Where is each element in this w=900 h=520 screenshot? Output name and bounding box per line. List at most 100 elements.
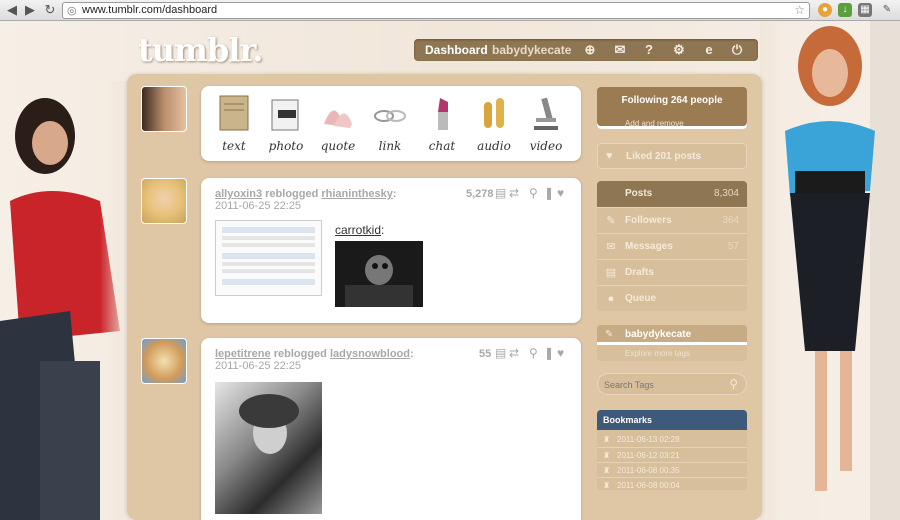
nav-posts[interactable]: Posts 8,304 <box>597 181 747 207</box>
post-type-audio[interactable]: audio <box>469 92 519 156</box>
bookmark-item[interactable]: ♜ 2011-06-08 00:35 <box>597 462 747 477</box>
nav-count: 364 <box>722 215 739 226</box>
post-type-chat[interactable]: chat <box>417 92 467 156</box>
post-caption: carrotkid: <box>335 223 385 237</box>
post-date: 2011-06-25 22:25 <box>215 360 302 372</box>
bookmark-item[interactable]: ♜ 2011-06-13 02:28 <box>597 432 747 447</box>
nav-queue[interactable]: ● Queue <box>597 285 747 311</box>
nav-label: Followers <box>625 215 672 226</box>
post-source-link[interactable]: rhianinthesky <box>321 188 393 200</box>
post-type-label: chat <box>428 139 456 153</box>
help-icon[interactable]: ? <box>640 41 658 59</box>
bookmark-item[interactable]: ♜ 2011-06-08 00:04 <box>597 477 747 492</box>
post-type-photo[interactable]: photo <box>261 92 311 156</box>
username-link[interactable]: babydykecate <box>492 40 571 60</box>
following-sub[interactable]: Add and remove <box>625 119 684 128</box>
post-date: 2011-06-25 22:25 <box>215 200 302 212</box>
post-screenshot-image[interactable] <box>215 220 322 296</box>
queue-icon: ● <box>607 293 615 305</box>
post-type-label: text <box>222 139 246 153</box>
bookmark-star-icon[interactable]: ☆ <box>794 3 805 17</box>
notebook-icon <box>219 95 249 131</box>
post-source-link[interactable]: ladysnowblood <box>330 348 410 360</box>
bookmark-icon[interactable]: ❚ <box>544 186 554 200</box>
extension-badge-icon[interactable]: ▦ <box>858 3 872 17</box>
heart-icon[interactable]: ♥ <box>557 186 564 200</box>
power-icon[interactable]: ⏻ <box>728 41 746 59</box>
user-avatar[interactable] <box>141 86 187 132</box>
search-tags-field[interactable]: ⚲ <box>597 373 747 395</box>
post-type-link[interactable]: link <box>365 92 415 156</box>
bookmarks-box: Bookmarks ♜ 2011-06-13 02:28 ♜ 2011-06-12 … <box>597 410 747 490</box>
download-icon[interactable]: ↓ <box>838 3 852 17</box>
nav-messages[interactable]: ✉ Messages 57 <box>597 233 747 259</box>
tumblr-logo[interactable]: tumblr. <box>138 31 263 69</box>
caption-link[interactable]: carrotkid <box>335 223 381 237</box>
post-type-text[interactable]: text <box>209 92 259 156</box>
bookmark-date: 2011-06-08 00:04 <box>617 481 680 490</box>
nav-label: Posts <box>625 188 653 199</box>
bookmark-item[interactable]: ♜ 2011-06-12 03:21 <box>597 447 747 462</box>
nav-label: Drafts <box>625 267 654 278</box>
search-icon[interactable]: ⚲ <box>529 346 538 360</box>
search-icon[interactable]: ⚲ <box>729 377 738 391</box>
tag-icon: ✎ <box>605 329 614 340</box>
e-icon[interactable]: e <box>700 41 718 59</box>
bookmark-icon[interactable]: ❚ <box>544 346 554 360</box>
dashboard-link[interactable]: Dashboard <box>417 40 496 60</box>
drafts-icon: ▤ <box>605 267 617 279</box>
reblog-icon[interactable]: ⇄ <box>509 346 519 360</box>
gear-icon[interactable]: ⚙ <box>670 41 688 59</box>
bookmark-icon: ♜ <box>603 466 611 475</box>
post-avatar[interactable] <box>141 338 187 384</box>
reblog-icon[interactable]: ⇄ <box>509 186 519 200</box>
chrome-extension-icon[interactable]: ● <box>818 3 832 17</box>
post-notes-count[interactable]: 5,278 <box>466 188 494 200</box>
back-icon[interactable]: ◀ <box>4 2 20 18</box>
camera-icon <box>271 99 299 131</box>
url-text: www.tumblr.com/dashboard <box>82 4 218 16</box>
right-decoration-image <box>760 21 900 520</box>
forward-icon[interactable]: ▶ <box>22 2 38 18</box>
bookmark-date: 2011-06-08 00:35 <box>617 466 680 475</box>
search-icon[interactable]: ⚲ <box>529 186 538 200</box>
post-type-label: quote <box>320 139 356 153</box>
notes-icon[interactable]: ▤ <box>495 346 506 360</box>
post-notes-count[interactable]: 55 <box>479 348 491 360</box>
wrench-icon[interactable]: ✎ <box>880 3 894 17</box>
bookmark-date: 2011-06-13 02:28 <box>617 435 680 444</box>
explore-tags-link[interactable]: Explore more tags <box>625 349 690 358</box>
microscope-icon <box>534 97 558 130</box>
post-header: lepetitrene reblogged ladysnowblood: <box>215 348 414 360</box>
globe-icon: ◎ <box>67 5 77 17</box>
bookmark-icon: ♜ <box>603 481 611 490</box>
nav-followers[interactable]: ✎ Followers 364 <box>597 207 747 233</box>
envelope-icon[interactable]: ✉ <box>611 41 629 59</box>
blog-nav: Posts 8,304 ✎ Followers 364 ✉ Messages 5… <box>597 181 747 311</box>
liked-box[interactable]: ♥ Liked 201 posts <box>597 143 747 169</box>
dashboard-page: tumblr. Dashboard babydykecate ⊕ ✉ ? ⚙ e… <box>0 21 900 520</box>
top-navigation: Dashboard babydykecate ⊕ ✉ ? ⚙ e ⏻ <box>414 39 758 61</box>
tag-user-row[interactable]: ✎ babydykecate <box>597 325 747 345</box>
notes-icon[interactable]: ▤ <box>495 186 506 200</box>
post-type-label: link <box>378 139 402 153</box>
bookmark-icon: ♜ <box>603 451 611 460</box>
post-photo-image[interactable] <box>335 241 423 307</box>
post-author-link[interactable]: lepetitrene <box>215 348 271 360</box>
nav-label: Messages <box>625 241 673 252</box>
search-tags-input[interactable] <box>604 378 722 391</box>
following-box[interactable]: Following 264 people Add and remove <box>597 87 747 129</box>
address-bar[interactable]: ◎ www.tumblr.com/dashboard ☆ <box>62 2 810 19</box>
post-author-link[interactable]: allyoxin3 <box>215 188 262 200</box>
following-count[interactable]: Following 264 people <box>597 95 747 106</box>
post-photo-image[interactable] <box>215 382 322 514</box>
nav-drafts[interactable]: ▤ Drafts <box>597 259 747 285</box>
post-avatar[interactable] <box>141 178 187 224</box>
tag-user-label: babydykecate <box>625 329 692 340</box>
reload-icon[interactable]: ↻ <box>42 2 58 18</box>
post-type-video[interactable]: video <box>521 92 571 156</box>
heart-icon[interactable]: ♥ <box>557 346 564 360</box>
post-type-quote[interactable]: quote <box>313 92 363 156</box>
plus-circle-icon[interactable]: ⊕ <box>581 41 599 59</box>
post-type-label: audio <box>477 139 511 153</box>
